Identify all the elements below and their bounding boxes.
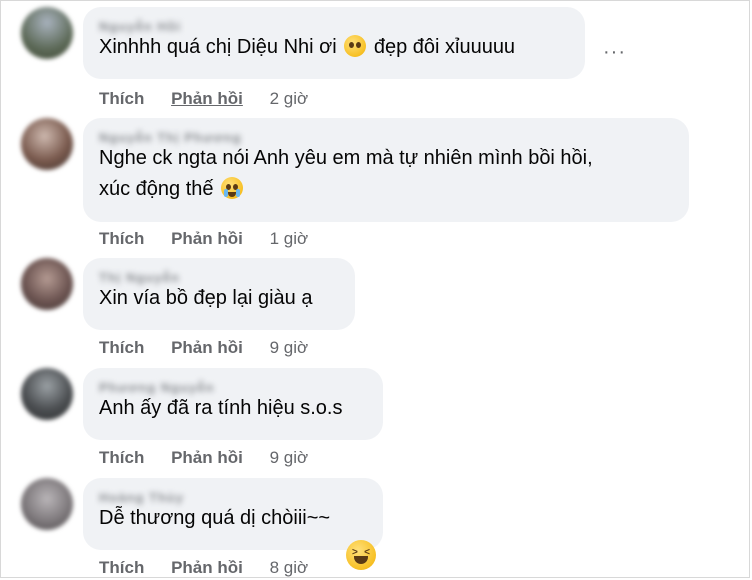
comments-panel: Nguyễn Hồi Xinhhh quá chị Diệu Nhi ơi đẹ… bbox=[0, 0, 750, 578]
reply-button[interactable]: Phản hồi bbox=[171, 558, 243, 577]
comment-actions: Thích Phản hồi 9 giờ bbox=[99, 338, 330, 358]
crying-face-icon bbox=[221, 176, 244, 199]
comment-actions: Thích Phản hồi 8 giờ bbox=[99, 558, 330, 578]
like-button[interactable]: Thích bbox=[99, 338, 144, 357]
comment-text: Dễ thương quá dị chòiii~~ bbox=[99, 507, 331, 529]
like-button[interactable]: Thích bbox=[99, 558, 144, 577]
commenter-name[interactable]: Nguyễn Thị Phương bbox=[99, 130, 242, 145]
avatar[interactable] bbox=[21, 7, 73, 59]
comment-actions: Thích Phản hồi 9 giờ bbox=[99, 448, 330, 468]
comment-timestamp[interactable]: 9 giờ bbox=[270, 448, 309, 467]
avatar[interactable] bbox=[21, 258, 73, 310]
comment-timestamp[interactable]: 1 giờ bbox=[270, 229, 309, 248]
reply-button[interactable]: Phản hồi bbox=[171, 448, 243, 467]
like-button[interactable]: Thích bbox=[99, 229, 144, 248]
commenter-name[interactable]: Thị Nguyễn bbox=[99, 270, 180, 285]
comment-timestamp[interactable]: 9 giờ bbox=[270, 338, 309, 357]
comment-timestamp[interactable]: 8 giờ bbox=[270, 558, 309, 577]
comment-bubble: Hoàng Thùy Dễ thương quá dị chòiii~~ bbox=[83, 478, 383, 550]
comment-bubble: Phương Nguyễn Anh ấy đã ra tính hiệu s.o… bbox=[83, 368, 383, 440]
comment-actions: Thích Phản hồi 1 giờ bbox=[99, 229, 330, 249]
like-button[interactable]: Thích bbox=[99, 89, 144, 108]
avatar[interactable] bbox=[21, 368, 73, 420]
reply-button[interactable]: Phản hồi bbox=[171, 89, 243, 108]
like-button[interactable]: Thích bbox=[99, 448, 144, 467]
comment-text: Nghe ck ngta nói Anh yêu em mà tự nhiên … bbox=[99, 147, 593, 200]
comment-text: Anh ấy đã ra tính hiệu s.o.s bbox=[99, 397, 343, 419]
comment-bubble: Nguyễn Hồi Xinhhh quá chị Diệu Nhi ơi đẹ… bbox=[83, 7, 585, 79]
comment-text: Xin vía bồ đẹp lại giàu ạ bbox=[99, 287, 313, 309]
commenter-name[interactable]: Phương Nguyễn bbox=[99, 380, 214, 395]
avatar[interactable] bbox=[21, 118, 73, 170]
commenter-name[interactable]: Hoàng Thùy bbox=[99, 490, 184, 505]
comment-actions: Thích Phản hồi 2 giờ bbox=[99, 89, 330, 109]
reply-button[interactable]: Phản hồi bbox=[171, 338, 243, 357]
grinning-squinting-face-icon: > < bbox=[346, 540, 376, 570]
comment-text: Xinhhh quá chị Diệu Nhi ơi đẹp đôi xỉuuu… bbox=[99, 34, 516, 58]
comment-bubble: Thị Nguyễn Xin vía bồ đẹp lại giàu ạ bbox=[83, 258, 355, 330]
comment-bubble: Nguyễn Thị Phương Nghe ck ngta nói Anh y… bbox=[83, 118, 689, 222]
comment-timestamp[interactable]: 2 giờ bbox=[270, 89, 309, 108]
more-options-icon[interactable]: ··· bbox=[603, 41, 626, 64]
pleading-face-icon bbox=[344, 34, 367, 57]
reply-button[interactable]: Phản hồi bbox=[171, 229, 243, 248]
commenter-name[interactable]: Nguyễn Hồi bbox=[99, 19, 181, 34]
avatar[interactable] bbox=[21, 478, 73, 530]
